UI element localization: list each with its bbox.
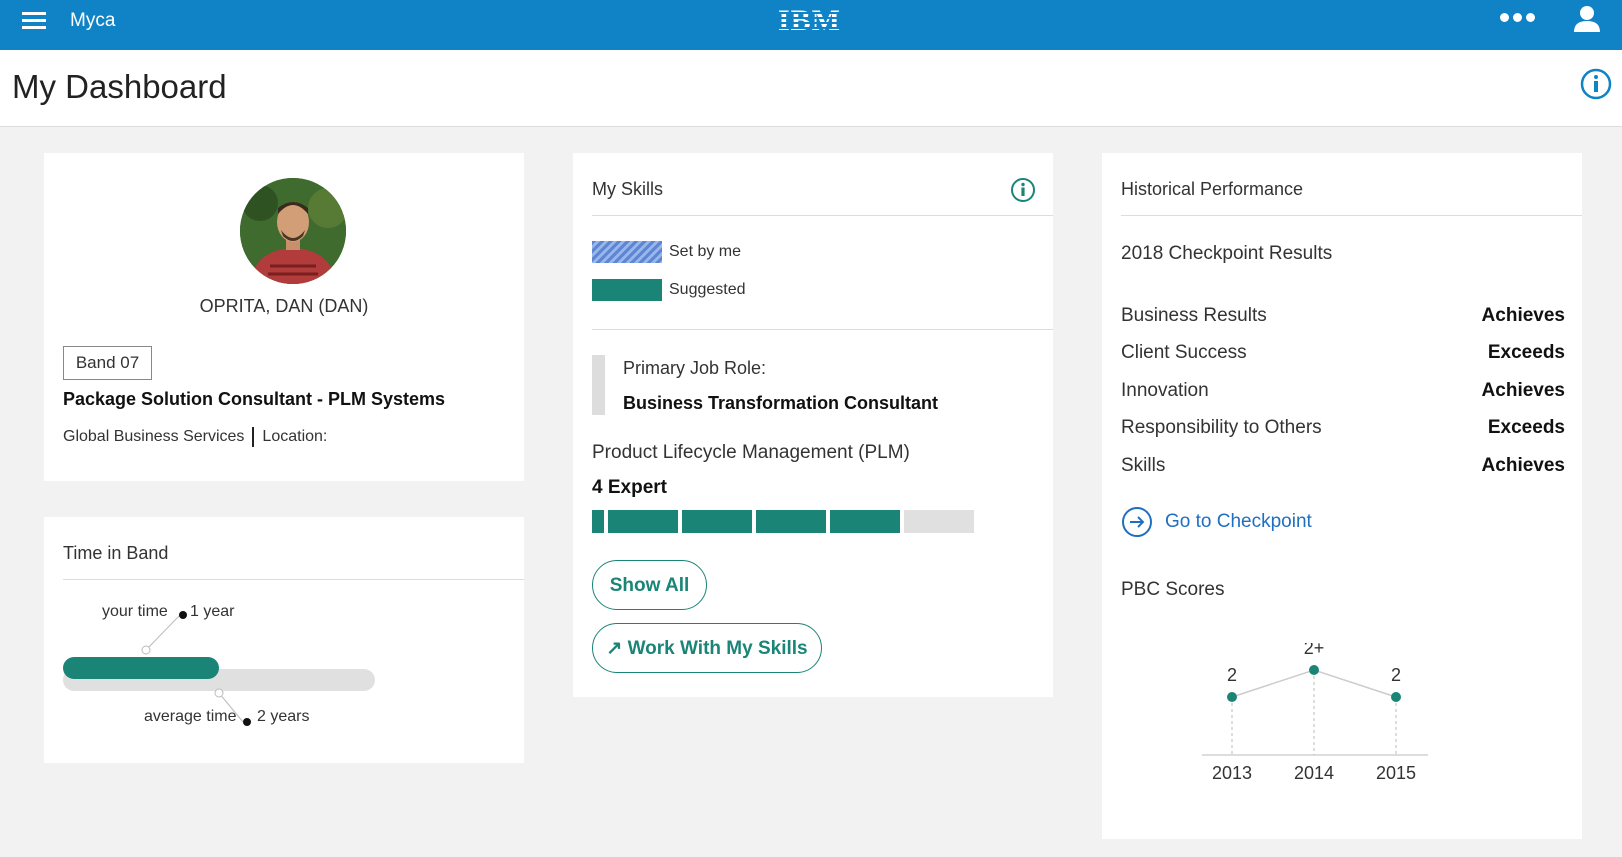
org-name: Global Business Services (63, 428, 245, 445)
result-label: Skills (1121, 455, 1166, 476)
result-row: Innovation Achieves (1121, 380, 1565, 402)
legend-label: Set by me (669, 243, 742, 260)
work-with-skills-button[interactable]: ↗ Work With My Skills (592, 623, 822, 673)
skill-level-segment (682, 510, 752, 533)
more-icon[interactable] (1500, 13, 1540, 27)
my-skills-card: My Skills Set by me Suggested Primary Jo… (573, 153, 1053, 697)
result-row: Skills Achieves (1121, 455, 1565, 477)
skill-level-segment (608, 510, 678, 533)
result-value: Achieves (1481, 380, 1565, 401)
divider (252, 427, 255, 447)
top-bar: Myca IBM (0, 0, 1622, 50)
divider (592, 329, 1053, 330)
org-location-row: Global Business Services Location: (63, 427, 327, 447)
data-label: 2 (1391, 665, 1401, 685)
result-value: Exceeds (1487, 342, 1565, 363)
skill-level: 4 Expert (592, 477, 667, 498)
go-to-checkpoint-label: Go to Checkpoint (1165, 511, 1312, 532)
result-row: Responsibility to Others Exceeds (1121, 417, 1565, 439)
avatar (240, 178, 346, 284)
info-icon[interactable] (1010, 177, 1036, 203)
skill-level-segment (592, 510, 604, 533)
divider (592, 215, 1053, 216)
data-label: 2+ (1304, 643, 1325, 658)
skill-level-segment (756, 510, 826, 533)
data-label: 2 (1227, 665, 1237, 685)
card-title: My Skills (592, 179, 663, 199)
hamburger-icon[interactable] (22, 12, 46, 32)
ibm-logo: IBM (778, 4, 841, 37)
app-name[interactable]: Myca (70, 10, 115, 32)
info-icon[interactable] (1580, 68, 1612, 100)
x-tick-label: 2015 (1376, 763, 1416, 783)
data-point (1309, 665, 1319, 675)
divider (1121, 215, 1582, 216)
suggested-swatch (592, 279, 662, 301)
average-time-value: 2 years (257, 708, 310, 725)
time-connectors (141, 611, 251, 726)
primary-role-label: Primary Job Role: (623, 358, 767, 378)
average-time-label: average time (144, 708, 237, 725)
set-by-me-swatch (592, 241, 662, 263)
pbc-scores-chart: 2 2013 2+ 2014 2 2015 (1202, 643, 1428, 783)
page-header: My Dashboard (0, 50, 1622, 127)
role-indicator (592, 355, 605, 415)
location-label: Location: (262, 428, 328, 445)
result-label: Innovation (1121, 380, 1209, 401)
work-with-skills-label: Work With My Skills (627, 637, 808, 659)
result-row: Client Success Exceeds (1121, 342, 1565, 364)
pbc-title: PBC Scores (1121, 579, 1225, 600)
result-value: Achieves (1481, 455, 1565, 476)
arrow-up-right-icon: ↗ (606, 637, 623, 659)
data-point (1227, 692, 1237, 702)
x-tick-label: 2013 (1212, 763, 1252, 783)
arrow-right-circle-icon (1122, 507, 1152, 537)
primary-role-value: Business Transformation Consultant (623, 393, 939, 413)
result-row: Business Results Achieves (1121, 305, 1565, 327)
result-label: Responsibility to Others (1121, 417, 1322, 438)
go-to-checkpoint-link[interactable]: Go to Checkpoint (1121, 506, 1312, 538)
result-value: Achieves (1481, 305, 1565, 326)
profile-name: OPRITA, DAN (DAN) (199, 296, 369, 316)
result-label: Client Success (1121, 342, 1247, 363)
band-badge: Band 07 (63, 346, 152, 380)
checkpoint-title: 2018 Checkpoint Results (1121, 243, 1333, 264)
card-title: Historical Performance (1121, 179, 1304, 199)
time-in-band-card: Time in Band your time 1 year average ti… (44, 517, 524, 763)
skill-level-remaining (904, 510, 974, 533)
result-label: Business Results (1121, 305, 1267, 326)
job-title: Package Solution Consultant - PLM System… (63, 389, 446, 409)
historical-performance-card: Historical Performance 2018 Checkpoint R… (1102, 153, 1582, 839)
legend-label: Suggested (669, 281, 746, 298)
skill-name: Product Lifecycle Management (PLM) (592, 442, 910, 463)
profile-card: OPRITA, DAN (DAN) Band 07 Package Soluti… (44, 153, 524, 481)
skill-level-segment (830, 510, 900, 533)
skill-level-meter (592, 510, 984, 533)
your-time-label: your time (102, 603, 168, 620)
page-title: My Dashboard (12, 68, 227, 105)
result-value: Exceeds (1487, 417, 1565, 438)
data-point (1391, 692, 1401, 702)
your-time-value: 1 year (190, 603, 235, 620)
user-icon[interactable] (1572, 4, 1602, 32)
x-tick-label: 2014 (1294, 763, 1334, 783)
show-all-button[interactable]: Show All (592, 560, 707, 610)
